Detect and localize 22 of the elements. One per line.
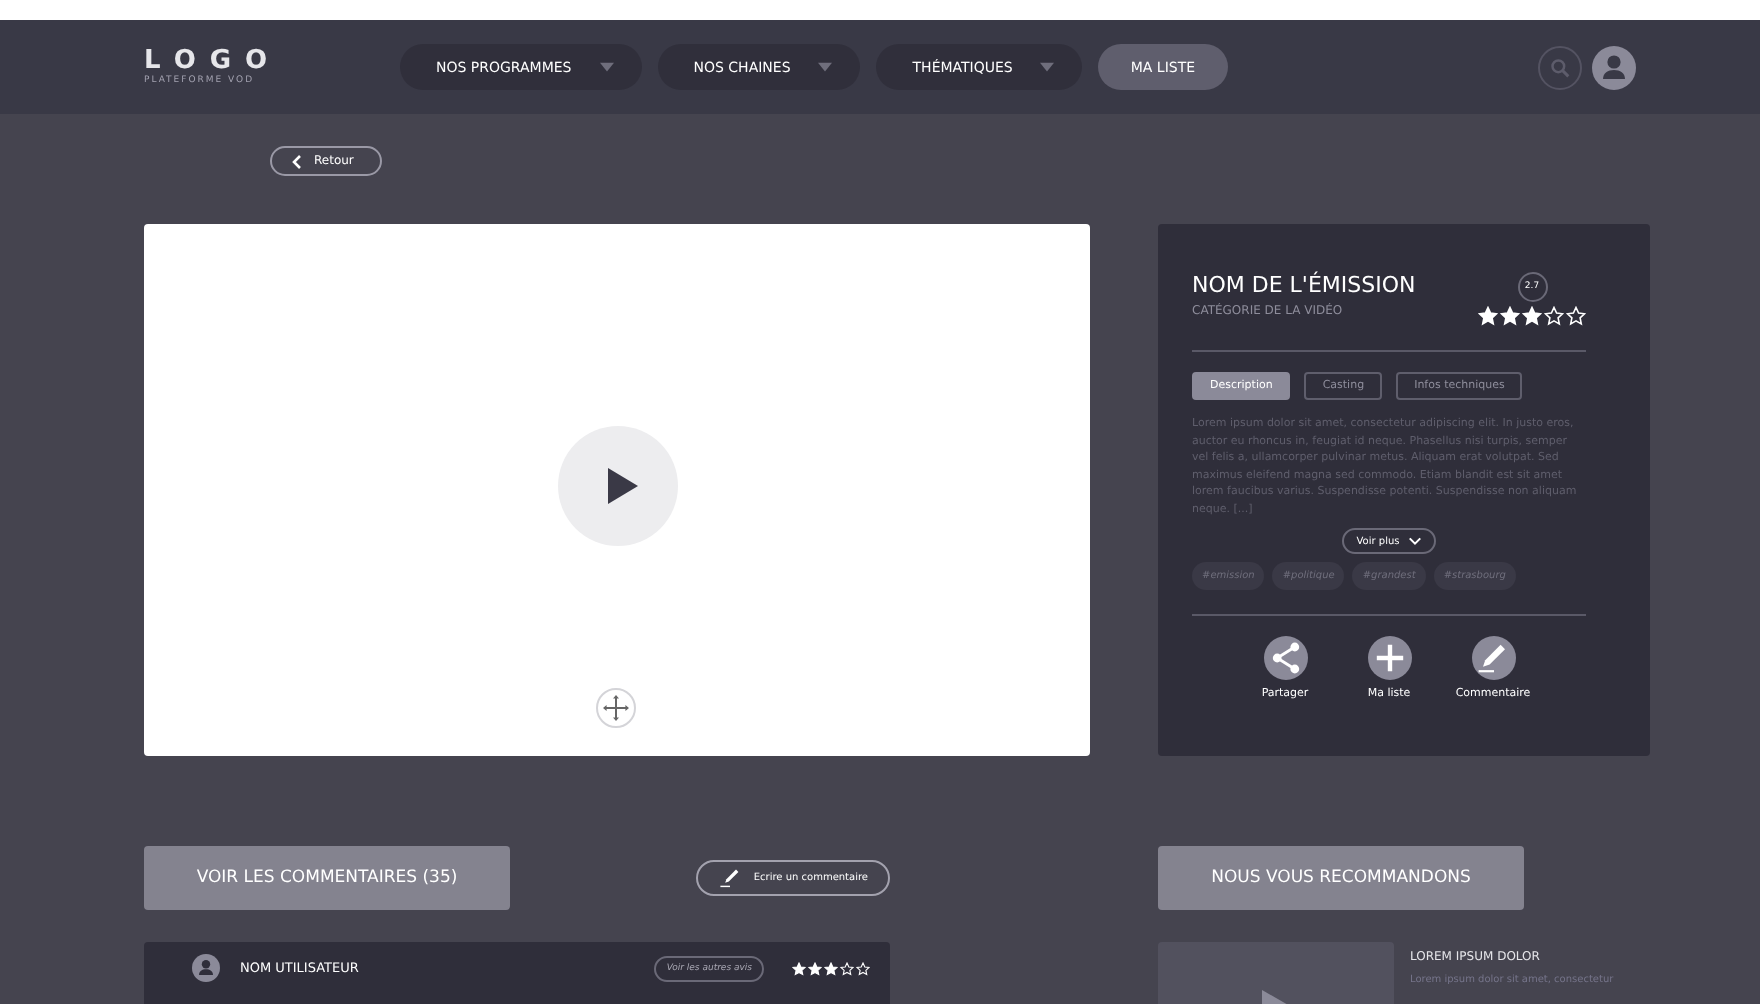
chevron-left-icon — [292, 153, 302, 169]
star-outline-icon — [1544, 306, 1564, 326]
star-filled-icon — [1478, 306, 1498, 326]
pen-icon — [717, 868, 742, 888]
pen-icon — [1471, 636, 1515, 680]
search-button[interactable] — [1538, 45, 1582, 89]
chevron-down-icon — [1407, 536, 1422, 546]
move-icon — [596, 688, 636, 728]
comments-button[interactable]: VOIR LES COMMENTAIRES (35) — [144, 846, 510, 910]
recommendations-button[interactable]: NOUS VOUS RECOMMANDONS — [1158, 846, 1524, 910]
search-icon — [1550, 57, 1570, 77]
play-icon — [606, 468, 638, 504]
logo[interactable]: LOGO — [144, 47, 400, 75]
plus-icon — [1367, 636, 1411, 680]
share-icon — [1263, 636, 1307, 680]
star-outline-icon — [1566, 306, 1586, 326]
show-title: NOM DE L'ÉMISSION — [1192, 272, 1416, 300]
user-avatar-icon — [1592, 45, 1636, 89]
star-filled-icon — [1522, 306, 1542, 326]
user-avatar-icon — [192, 954, 220, 982]
video-thumbnail[interactable] — [1158, 942, 1394, 1004]
star-filled-icon — [1500, 306, 1520, 326]
